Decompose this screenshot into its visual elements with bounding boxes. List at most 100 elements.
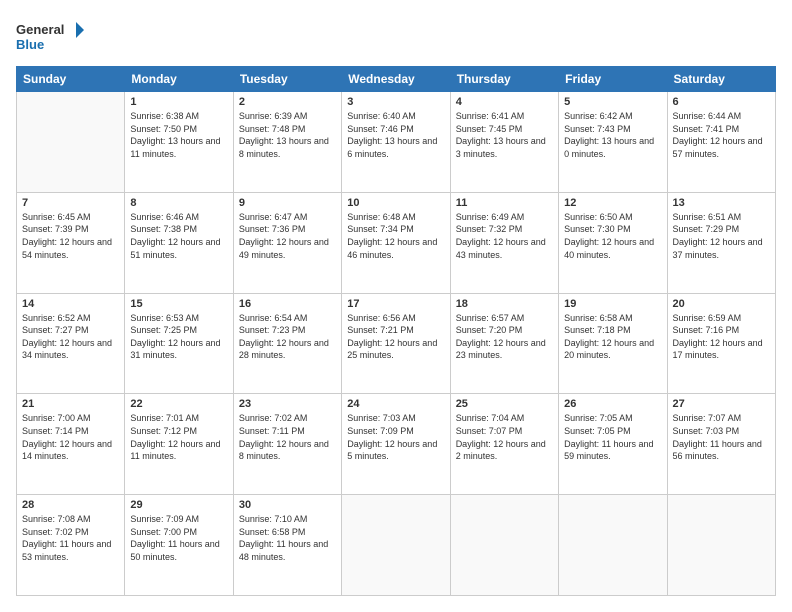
day-number: 16 <box>239 298 336 310</box>
day-number: 12 <box>564 197 661 209</box>
day-number: 24 <box>347 398 444 410</box>
day-info: Sunrise: 6:58 AMSunset: 7:18 PMDaylight:… <box>564 312 661 362</box>
page: General Blue SundayMondayTuesdayWednesda… <box>0 0 792 612</box>
day-info: Sunrise: 7:07 AMSunset: 7:03 PMDaylight:… <box>673 412 770 462</box>
day-info: Sunrise: 6:40 AMSunset: 7:46 PMDaylight:… <box>347 110 444 160</box>
calendar-cell: 22 Sunrise: 7:01 AMSunset: 7:12 PMDayligh… <box>125 394 233 495</box>
calendar-cell: 25 Sunrise: 7:04 AMSunset: 7:07 PMDayligh… <box>450 394 558 495</box>
day-number: 27 <box>673 398 770 410</box>
day-info: Sunrise: 6:41 AMSunset: 7:45 PMDaylight:… <box>456 110 553 160</box>
day-number: 28 <box>22 499 119 511</box>
calendar-cell: 5Sunrise: 6:42 AMSunset: 7:43 PMDaylight… <box>559 92 667 193</box>
calendar-cell: 3 Sunrise: 6:40 AMSunset: 7:46 PMDaylight… <box>342 92 450 193</box>
logo-svg: General Blue <box>16 16 86 56</box>
day-info: Sunrise: 7:09 AMSunset: 7:00 PMDaylight:… <box>130 513 227 563</box>
calendar-cell: 8 Sunrise: 6:46 AMSunset: 7:38 PMDaylight… <box>125 192 233 293</box>
calendar-cell: 21 Sunrise: 7:00 AMSunset: 7:14 PMDayligh… <box>17 394 125 495</box>
day-info: Sunrise: 6:51 AMSunset: 7:29 PMDaylight:… <box>673 211 770 261</box>
day-info: Sunrise: 6:47 AMSunset: 7:36 PMDaylight:… <box>239 211 336 261</box>
calendar-cell: 10 Sunrise: 6:48 AMSunset: 7:34 PMDayligh… <box>342 192 450 293</box>
weekday-header-thursday: Thursday <box>450 67 558 92</box>
weekday-header-monday: Monday <box>125 67 233 92</box>
day-info: Sunrise: 7:08 AMSunset: 7:02 PMDaylight:… <box>22 513 119 563</box>
day-info: Sunrise: 7:10 AMSunset: 6:58 PMDaylight:… <box>239 513 336 563</box>
day-info: Sunrise: 7:05 AMSunset: 7:05 PMDaylight:… <box>564 412 661 462</box>
calendar-cell: 28 Sunrise: 7:08 AMSunset: 7:02 PMDayligh… <box>17 495 125 596</box>
day-info: Sunrise: 6:46 AMSunset: 7:38 PMDaylight:… <box>130 211 227 261</box>
weekday-header-row: SundayMondayTuesdayWednesdayThursdayFrid… <box>17 67 776 92</box>
day-number: 25 <box>456 398 553 410</box>
day-info: Sunrise: 7:01 AMSunset: 7:12 PMDaylight:… <box>130 412 227 462</box>
day-info: Sunrise: 6:57 AMSunset: 7:20 PMDaylight:… <box>456 312 553 362</box>
calendar-cell: 2 Sunrise: 6:39 AMSunset: 7:48 PMDaylight… <box>233 92 341 193</box>
calendar-cell: 27 Sunrise: 7:07 AMSunset: 7:03 PMDayligh… <box>667 394 775 495</box>
day-info: Sunrise: 6:38 AMSunset: 7:50 PMDaylight:… <box>130 110 227 160</box>
calendar-cell: 1 Sunrise: 6:38 AMSunset: 7:50 PMDaylight… <box>125 92 233 193</box>
calendar-cell <box>559 495 667 596</box>
day-number: 17 <box>347 298 444 310</box>
day-info: Sunrise: 7:03 AMSunset: 7:09 PMDaylight:… <box>347 412 444 462</box>
week-row-1: 1 Sunrise: 6:38 AMSunset: 7:50 PMDaylight… <box>17 92 776 193</box>
day-number: 3 <box>347 96 444 108</box>
calendar-cell: 14 Sunrise: 6:52 AMSunset: 7:27 PMDayligh… <box>17 293 125 394</box>
weekday-header-tuesday: Tuesday <box>233 67 341 92</box>
day-info: Sunrise: 7:00 AMSunset: 7:14 PMDaylight:… <box>22 412 119 462</box>
calendar-cell: 4 Sunrise: 6:41 AMSunset: 7:45 PMDaylight… <box>450 92 558 193</box>
calendar-cell: 26 Sunrise: 7:05 AMSunset: 7:05 PMDayligh… <box>559 394 667 495</box>
weekday-header-friday: Friday <box>559 67 667 92</box>
day-number: 21 <box>22 398 119 410</box>
calendar-cell <box>450 495 558 596</box>
calendar-cell: 12Sunrise: 6:50 AMSunset: 7:30 PMDayligh… <box>559 192 667 293</box>
day-info: Sunrise: 6:48 AMSunset: 7:34 PMDaylight:… <box>347 211 444 261</box>
weekday-header-saturday: Saturday <box>667 67 775 92</box>
day-number: 20 <box>673 298 770 310</box>
day-info: Sunrise: 6:59 AMSunset: 7:16 PMDaylight:… <box>673 312 770 362</box>
day-number: 4 <box>456 96 553 108</box>
calendar-cell: 11 Sunrise: 6:49 AMSunset: 7:32 PMDayligh… <box>450 192 558 293</box>
day-info: Sunrise: 6:39 AMSunset: 7:48 PMDaylight:… <box>239 110 336 160</box>
calendar-cell: 30 Sunrise: 7:10 AMSunset: 6:58 PMDayligh… <box>233 495 341 596</box>
day-number: 8 <box>130 197 227 209</box>
svg-text:General: General <box>16 22 64 37</box>
day-number: 6 <box>673 96 770 108</box>
calendar-cell <box>342 495 450 596</box>
week-row-4: 21 Sunrise: 7:00 AMSunset: 7:14 PMDayligh… <box>17 394 776 495</box>
day-number: 9 <box>239 197 336 209</box>
calendar-cell <box>17 92 125 193</box>
svg-text:Blue: Blue <box>16 37 44 52</box>
week-row-3: 14 Sunrise: 6:52 AMSunset: 7:27 PMDayligh… <box>17 293 776 394</box>
day-number: 29 <box>130 499 227 511</box>
day-info: Sunrise: 6:45 AMSunset: 7:39 PMDaylight:… <box>22 211 119 261</box>
calendar-cell: 20 Sunrise: 6:59 AMSunset: 7:16 PMDayligh… <box>667 293 775 394</box>
day-number: 7 <box>22 197 119 209</box>
calendar: SundayMondayTuesdayWednesdayThursdayFrid… <box>16 66 776 596</box>
day-number: 11 <box>456 197 553 209</box>
day-number: 23 <box>239 398 336 410</box>
day-number: 18 <box>456 298 553 310</box>
calendar-cell: 16 Sunrise: 6:54 AMSunset: 7:23 PMDayligh… <box>233 293 341 394</box>
weekday-header-sunday: Sunday <box>17 67 125 92</box>
day-number: 10 <box>347 197 444 209</box>
day-info: Sunrise: 6:54 AMSunset: 7:23 PMDaylight:… <box>239 312 336 362</box>
day-number: 2 <box>239 96 336 108</box>
day-number: 13 <box>673 197 770 209</box>
day-number: 19 <box>564 298 661 310</box>
day-info: Sunrise: 6:42 AMSunset: 7:43 PMDaylight:… <box>564 110 661 160</box>
day-info: Sunrise: 7:02 AMSunset: 7:11 PMDaylight:… <box>239 412 336 462</box>
day-info: Sunrise: 6:49 AMSunset: 7:32 PMDaylight:… <box>456 211 553 261</box>
day-info: Sunrise: 6:52 AMSunset: 7:27 PMDaylight:… <box>22 312 119 362</box>
calendar-cell: 24 Sunrise: 7:03 AMSunset: 7:09 PMDayligh… <box>342 394 450 495</box>
day-info: Sunrise: 6:56 AMSunset: 7:21 PMDaylight:… <box>347 312 444 362</box>
day-number: 1 <box>130 96 227 108</box>
calendar-cell: 15Sunrise: 6:53 AMSunset: 7:25 PMDayligh… <box>125 293 233 394</box>
logo: General Blue <box>16 16 86 56</box>
day-info: Sunrise: 7:04 AMSunset: 7:07 PMDaylight:… <box>456 412 553 462</box>
day-number: 22 <box>130 398 227 410</box>
calendar-cell <box>667 495 775 596</box>
calendar-cell: 13 Sunrise: 6:51 AMSunset: 7:29 PMDayligh… <box>667 192 775 293</box>
day-number: 30 <box>239 499 336 511</box>
calendar-cell: 19 Sunrise: 6:58 AMSunset: 7:18 PMDayligh… <box>559 293 667 394</box>
day-number: 14 <box>22 298 119 310</box>
day-number: 26 <box>564 398 661 410</box>
calendar-cell: 9 Sunrise: 6:47 AMSunset: 7:36 PMDaylight… <box>233 192 341 293</box>
